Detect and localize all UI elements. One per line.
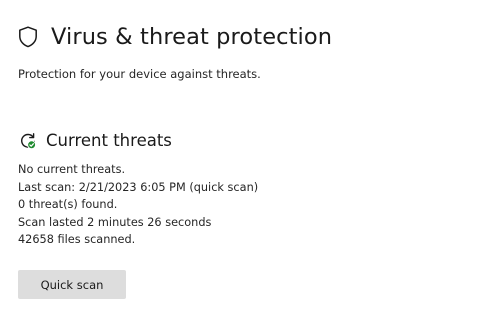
refresh-check-icon — [19, 132, 37, 150]
files-scanned-text: 42658 files scanned. — [18, 233, 136, 247]
scan-info: No current threats. Last scan: 2/21/2023… — [18, 161, 258, 249]
last-scan-text: Last scan: 2/21/2023 6:05 PM (quick scan… — [18, 180, 259, 194]
page-subtitle: Protection for your device against threa… — [18, 67, 261, 81]
page-title: Virus & threat protection — [51, 24, 333, 50]
shield-icon — [18, 26, 38, 48]
page-header: Virus & threat protection — [18, 24, 332, 50]
threats-found-text: 0 threat(s) found. — [18, 198, 118, 212]
current-threats-title: Current threats — [46, 131, 172, 150]
virus-threat-protection-page: Virus & threat protection Protection for… — [0, 0, 500, 313]
current-threats-header: Current threats — [19, 131, 172, 150]
quick-scan-button[interactable]: Quick scan — [18, 270, 126, 299]
threat-status-text: No current threats. — [18, 163, 126, 176]
scan-duration-text: Scan lasted 2 minutes 26 seconds — [18, 215, 212, 229]
